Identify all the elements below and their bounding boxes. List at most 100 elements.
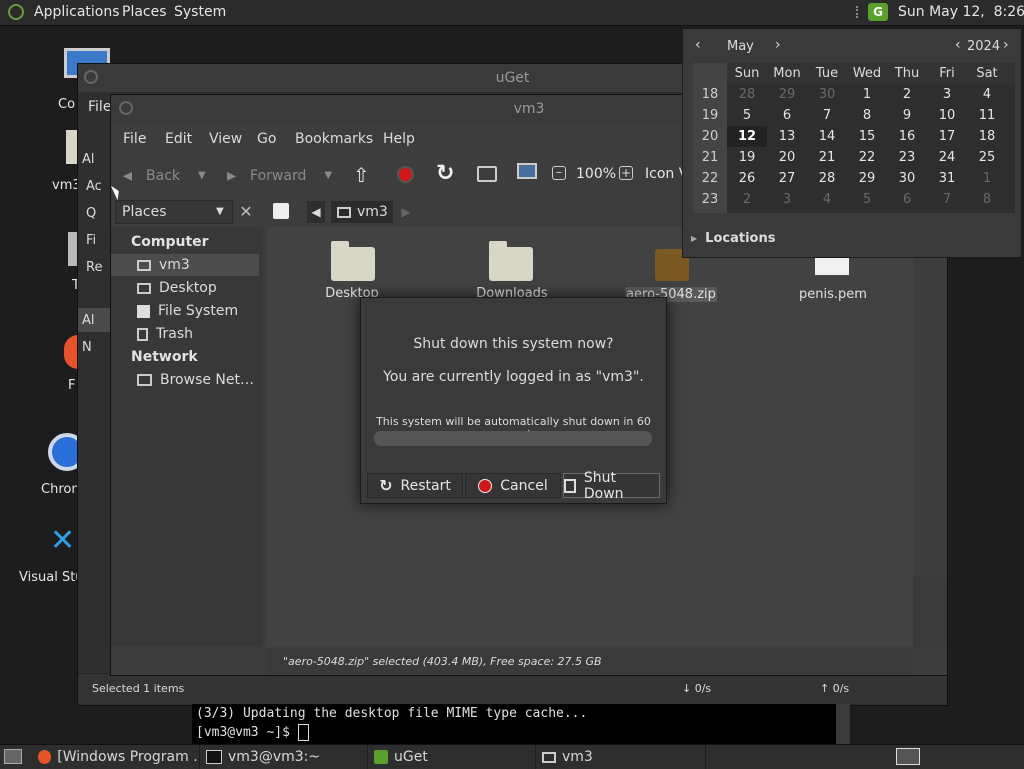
sidebar-item-trash[interactable]: Trash <box>111 323 259 345</box>
menu-places[interactable]: Places <box>122 4 167 20</box>
calendar-day[interactable]: 24 <box>927 147 967 168</box>
restart-button[interactable]: ↻ Restart <box>367 473 463 498</box>
close-sidebar-icon[interactable]: ✕ <box>235 200 257 224</box>
places-selector[interactable]: Places ▼ <box>115 200 233 224</box>
reload-icon[interactable]: ↻ <box>436 161 454 186</box>
terminal-window[interactable]: (3/3) Updating the desktop file MIME typ… <box>192 704 836 744</box>
sidebar-item-desktop[interactable]: Desktop <box>111 277 259 299</box>
uget-menu-file[interactable]: File <box>88 99 111 115</box>
calendar-day[interactable]: 31 <box>927 168 967 189</box>
next-year-icon[interactable]: › <box>1003 37 1009 53</box>
file-view-scrollbar[interactable] <box>913 577 947 647</box>
menu-help[interactable]: Help <box>383 131 415 147</box>
calendar-day[interactable]: 10 <box>927 105 967 126</box>
up-arrow-icon[interactable]: ⇧ <box>353 163 370 187</box>
calendar-day[interactable]: 25 <box>967 147 1007 168</box>
calendar-day[interactable]: 14 <box>807 126 847 147</box>
sidebar-item-vm3[interactable]: vm3 <box>111 254 259 276</box>
path-left-arrow-icon[interactable]: ◀ <box>307 201 325 223</box>
calendar-day[interactable]: 11 <box>967 105 1007 126</box>
calendar-day[interactable]: 13 <box>767 126 807 147</box>
calendar-day[interactable]: 29 <box>767 84 807 105</box>
calendar-day[interactable]: 30 <box>807 84 847 105</box>
uget-category-item[interactable]: N <box>82 340 92 355</box>
file-item-desktop[interactable]: Desktop <box>309 239 399 301</box>
path-right-arrow-icon[interactable]: ▶ <box>399 201 413 223</box>
calendar-day[interactable]: 22 <box>847 147 887 168</box>
menu-bookmarks[interactable]: Bookmarks <box>295 131 373 147</box>
calendar-day[interactable]: 26 <box>727 168 767 189</box>
vscode-icon[interactable]: ✕ <box>50 526 80 556</box>
calendar-day[interactable]: 8 <box>967 189 1007 210</box>
task-uget[interactable]: uGet <box>368 745 536 769</box>
calendar-day[interactable]: 6 <box>887 189 927 210</box>
sidebar-item-file-system[interactable]: File System <box>111 300 259 322</box>
calendar-day[interactable]: 20 <box>767 147 807 168</box>
calendar-day[interactable]: 9 <box>887 105 927 126</box>
calendar-day[interactable]: 30 <box>887 168 927 189</box>
calendar-day[interactable]: 21 <box>807 147 847 168</box>
menu-applications[interactable]: Applications <box>34 4 120 20</box>
firefox-icon[interactable] <box>64 335 78 369</box>
menu-system[interactable]: System <box>174 4 226 20</box>
stop-icon[interactable] <box>397 166 414 183</box>
sidebar-item-browse-network[interactable]: Browse Net… <box>111 369 259 391</box>
panel-clock[interactable]: Sun May 12, 8:26 PM <box>898 4 1024 20</box>
calendar-day[interactable]: 3 <box>927 84 967 105</box>
calendar-day[interactable]: 15 <box>847 126 887 147</box>
calendar-day[interactable]: 6 <box>767 105 807 126</box>
close-icon[interactable] <box>84 70 98 84</box>
locations-expander[interactable]: ▶ Locations <box>691 231 775 246</box>
calendar-day[interactable]: 2 <box>887 84 927 105</box>
close-icon[interactable] <box>119 101 133 115</box>
uget-tray-icon[interactable]: G <box>868 3 888 21</box>
next-month-icon[interactable]: › <box>775 37 781 53</box>
menu-edit[interactable]: Edit <box>165 131 192 147</box>
file-item-downloads[interactable]: Downloads <box>461 239 563 301</box>
path-crumb-vm3[interactable]: vm3 <box>331 201 393 223</box>
calendar-day[interactable]: 7 <box>807 105 847 126</box>
task-terminal[interactable]: vm3@vm3:~ <box>200 745 368 769</box>
calendar-day[interactable]: 29 <box>847 168 887 189</box>
workspace-switcher-icon[interactable] <box>896 748 920 765</box>
back-button[interactable]: ◂ Back ▼ <box>123 165 206 186</box>
prev-month-icon[interactable]: ‹ <box>695 37 701 53</box>
uget-category-item[interactable]: Al <box>82 152 95 167</box>
calendar-day[interactable]: 18 <box>967 126 1007 147</box>
edit-path-icon[interactable] <box>273 203 289 219</box>
terminal-scrollbar[interactable] <box>836 704 850 744</box>
calendar-day[interactable]: 17 <box>927 126 967 147</box>
task-file-manager[interactable]: vm3 <box>536 745 706 769</box>
calendar-day[interactable]: 23 <box>887 147 927 168</box>
computer-icon[interactable] <box>517 163 537 179</box>
calendar-day[interactable]: 2 <box>727 189 767 210</box>
cancel-button[interactable]: Cancel <box>465 473 561 498</box>
calendar-day[interactable]: 4 <box>967 84 1007 105</box>
calendar-day[interactable]: 3 <box>767 189 807 210</box>
calendar-day[interactable]: 12 <box>727 126 767 147</box>
uget-category-item[interactable]: Ac <box>86 179 102 194</box>
calendar-day[interactable]: 28 <box>807 168 847 189</box>
calendar-day[interactable]: 1 <box>847 84 887 105</box>
menu-file[interactable]: File <box>123 131 146 147</box>
menu-view[interactable]: View <box>209 131 242 147</box>
prev-year-icon[interactable]: ‹ <box>955 37 961 53</box>
uget-category-item[interactable]: Al <box>82 313 95 328</box>
uget-category-item[interactable]: Q <box>86 206 96 221</box>
menu-go[interactable]: Go <box>257 131 276 147</box>
zoom-in-icon[interactable]: + <box>619 166 633 180</box>
calendar-day[interactable]: 4 <box>807 189 847 210</box>
forward-button[interactable]: ▸ Forward ▼ <box>227 165 332 186</box>
uget-category-item[interactable]: Re <box>86 260 102 275</box>
calendar-day[interactable]: 19 <box>727 147 767 168</box>
shutdown-button[interactable]: Shut Down <box>563 470 660 502</box>
zoom-out-icon[interactable]: – <box>552 166 566 180</box>
calendar-day[interactable]: 28 <box>727 84 767 105</box>
calendar-day[interactable]: 8 <box>847 105 887 126</box>
calendar-day[interactable]: 5 <box>847 189 887 210</box>
calendar-day[interactable]: 16 <box>887 126 927 147</box>
show-desktop-icon[interactable] <box>4 749 22 764</box>
calendar-day[interactable]: 7 <box>927 189 967 210</box>
calendar-day[interactable]: 1 <box>967 168 1007 189</box>
calendar-day[interactable]: 5 <box>727 105 767 126</box>
